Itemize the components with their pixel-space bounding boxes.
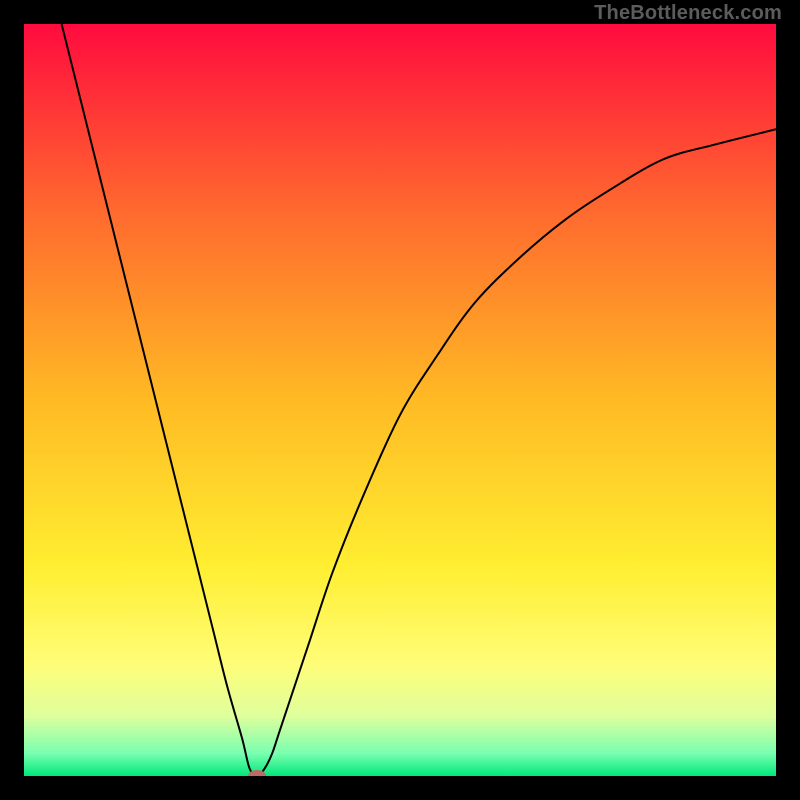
plot-svg	[24, 24, 776, 776]
chart-outer-frame: TheBottleneck.com	[0, 0, 800, 800]
gradient-background	[24, 24, 776, 776]
watermark-text: TheBottleneck.com	[594, 2, 782, 25]
plot-area	[24, 24, 776, 776]
